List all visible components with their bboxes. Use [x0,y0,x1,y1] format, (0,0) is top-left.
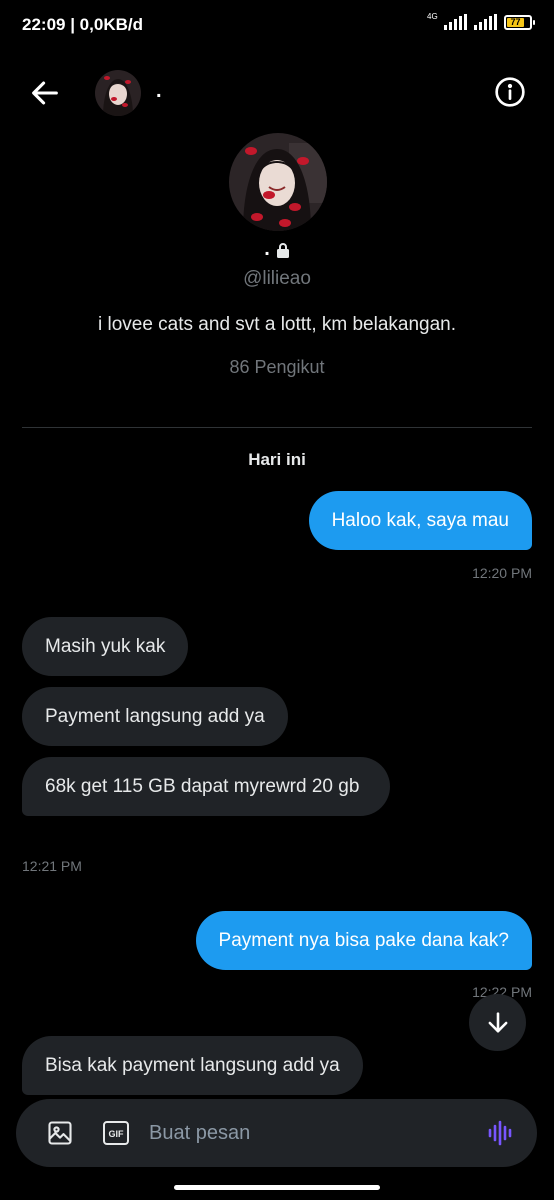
dm-screen: 22:09 | 0,0KB/d 4G 77 . . @lilieao i lov… [0,0,554,1200]
profile-name: . [264,238,270,260]
message-composer: GIF [16,1099,537,1167]
back-button[interactable] [28,76,62,110]
followers-count[interactable]: 86 Pengikut [0,357,554,378]
image-button[interactable] [46,1119,74,1147]
message-bubble[interactable]: Payment langsung add ya [22,687,288,746]
voice-message-button[interactable] [486,1119,514,1147]
scroll-to-bottom-button[interactable] [469,994,526,1051]
date-label: Hari ini [248,450,306,469]
profile-name-row: . [0,238,554,261]
avatar-image [95,70,141,116]
profile-avatar[interactable] [229,133,327,231]
profile-bio: i lovee cats and svt a lottt, km belakan… [97,314,457,335]
arrow-down-icon [488,1011,507,1032]
lock-icon [276,242,289,258]
image-icon [48,1121,72,1145]
gif-button[interactable]: GIF [102,1119,130,1147]
status-bar: 22:09 | 0,0KB/d 4G 77 [0,0,554,50]
divider [22,427,532,428]
message-bubble[interactable]: 68k get 115 GB dapat myrewrd 20 gb [22,757,390,816]
conversation-header: . [0,62,554,122]
message-bubble[interactable]: Masih yuk kak [22,617,189,676]
message-timestamp: 12:21 PM [22,858,82,874]
profile-avatar-image [229,133,327,231]
status-icons: 4G 77 [427,12,535,30]
message-bubble[interactable]: Bisa kak payment langsung add ya [22,1036,363,1095]
message-bubble[interactable]: Payment nya bisa pake dana kak? [195,911,532,970]
gif-icon: GIF [103,1121,129,1145]
battery-level: 77 [507,17,524,27]
battery-icon: 77 [504,14,535,30]
avatar[interactable] [95,70,141,116]
profile-handle[interactable]: @lilieao [0,268,554,290]
network-type: 4G [427,12,438,21]
info-icon [495,77,525,107]
message-timestamp: 12:20 PM [472,565,532,581]
svg-text:GIF: GIF [109,1129,125,1139]
voice-wave-icon [488,1120,512,1146]
home-indicator [174,1185,380,1190]
message-bubble[interactable]: Haloo kak, saya mau [308,491,532,550]
message-input[interactable] [149,1115,459,1151]
signal-icon [444,14,467,30]
info-button[interactable] [494,76,526,108]
arrow-left-icon [32,81,58,105]
signal-icon-2 [474,14,497,30]
header-name[interactable]: . [156,80,162,103]
status-time: 22:09 | 0,0KB/d [22,15,143,34]
